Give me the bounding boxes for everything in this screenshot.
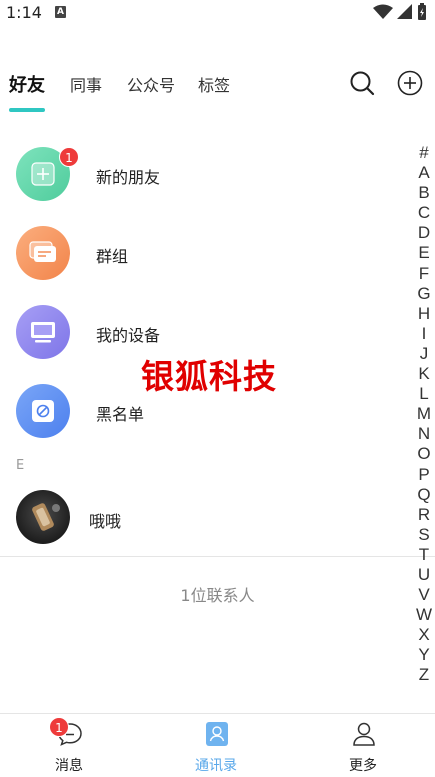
alphabet-index-letter[interactable]: L xyxy=(419,384,428,404)
nav-messages[interactable]: 1 消息 xyxy=(19,714,119,777)
devices-avatar xyxy=(16,305,70,359)
alphabet-index-letter[interactable]: N xyxy=(418,424,430,444)
tab-friends[interactable]: 好友 xyxy=(9,71,45,97)
alphabet-index-letter[interactable]: W xyxy=(416,605,432,625)
alphabet-index-letter[interactable]: R xyxy=(418,505,430,525)
watermark-text: 银狐科技 xyxy=(141,357,277,396)
alphabet-index-letter[interactable]: P xyxy=(418,465,429,485)
nav-messages-label: 消息 xyxy=(55,758,83,774)
alphabet-index-letter[interactable]: V xyxy=(418,585,429,605)
add-circle-icon[interactable] xyxy=(397,70,423,96)
list-divider xyxy=(0,556,435,557)
tab-colleagues[interactable]: 同事 xyxy=(70,72,102,96)
avatar-photo-icon xyxy=(32,503,60,531)
nav-contacts-label: 通讯录 xyxy=(195,758,237,774)
wifi-icon xyxy=(373,4,393,19)
alphabet-index-letter[interactable]: H xyxy=(418,304,430,324)
section-header-letter: E xyxy=(16,458,25,473)
alphabet-index-letter[interactable]: B xyxy=(418,183,429,203)
alphabet-index-letter[interactable]: Y xyxy=(418,645,429,665)
nav-more[interactable]: 更多 xyxy=(313,714,413,777)
chat-bubble-icon xyxy=(29,241,56,262)
alphabet-index-letter[interactable]: C xyxy=(418,203,430,223)
alphabet-index-letter[interactable]: K xyxy=(418,364,429,384)
contact-name: 哦哦 xyxy=(89,512,122,531)
top-tab-bar: 好友 同事 公众号 标签 xyxy=(0,62,435,112)
alphabet-index-letter[interactable]: M xyxy=(417,404,431,424)
blacklist-label: 黑名单 xyxy=(96,405,145,424)
alphabet-index-letter[interactable]: A xyxy=(418,163,429,183)
alphabet-index-letter[interactable]: D xyxy=(418,223,430,243)
person-icon xyxy=(353,722,375,746)
blacklist-avatar xyxy=(16,384,70,438)
new-friends-label: 新的朋友 xyxy=(96,168,161,187)
devices-label: 我的设备 xyxy=(96,326,161,345)
groups-label: 群组 xyxy=(96,247,129,266)
alphabet-index-letter[interactable]: X xyxy=(418,625,429,645)
status-time: 1:14 xyxy=(6,3,42,22)
alphabet-index-letter[interactable]: Q xyxy=(417,485,430,505)
contact-count: 1位联系人 xyxy=(180,586,255,605)
tab-tags[interactable]: 标签 xyxy=(198,72,230,96)
nav-contacts[interactable]: 通讯录 xyxy=(166,714,266,777)
alphabet-index-letter[interactable]: T xyxy=(419,545,429,565)
new-friends-badge: 1 xyxy=(59,147,79,167)
groups-avatar xyxy=(16,226,70,280)
alphabet-index-letter[interactable]: U xyxy=(418,565,430,585)
nav-more-label: 更多 xyxy=(349,758,377,774)
alphabet-index-letter[interactable]: E xyxy=(418,243,429,263)
status-icons xyxy=(373,3,427,21)
alphabet-index-letter[interactable]: Z xyxy=(419,665,429,685)
alphabet-index-letter[interactable]: S xyxy=(418,525,429,545)
active-tab-indicator xyxy=(9,108,45,112)
battery-icon xyxy=(418,3,426,20)
notification-icon: A xyxy=(55,6,66,18)
list-item-new-friends[interactable]: 1 新的朋友 xyxy=(0,139,400,209)
contact-row[interactable]: 哦哦 xyxy=(0,482,400,552)
status-bar: 1:14 A xyxy=(0,0,435,26)
alphabet-index-letter[interactable]: I xyxy=(422,324,427,344)
alphabet-index-letter[interactable]: # xyxy=(419,143,428,163)
alphabet-index-letter[interactable]: G xyxy=(417,284,430,304)
alphabet-index-letter[interactable]: F xyxy=(419,264,429,284)
bottom-nav: 1 消息 通讯录 更多 xyxy=(0,713,435,777)
search-icon[interactable] xyxy=(349,70,375,96)
block-icon xyxy=(32,400,54,422)
tab-official-accounts[interactable]: 公众号 xyxy=(127,72,175,96)
monitor-icon xyxy=(31,322,55,343)
alphabet-index-letter[interactable]: J xyxy=(420,344,429,364)
contact-avatar xyxy=(16,490,70,544)
alphabet-index-letter[interactable]: O xyxy=(417,444,430,464)
signal-icon xyxy=(397,4,412,19)
plus-icon xyxy=(31,162,55,186)
alphabet-index[interactable]: # A B C D E F G H I J K L M N O P Q R S T U V W X Y Z xyxy=(414,143,434,686)
list-item-groups[interactable]: 群组 xyxy=(0,218,400,288)
contacts-book-icon xyxy=(206,722,228,746)
messages-badge: 1 xyxy=(49,717,69,737)
